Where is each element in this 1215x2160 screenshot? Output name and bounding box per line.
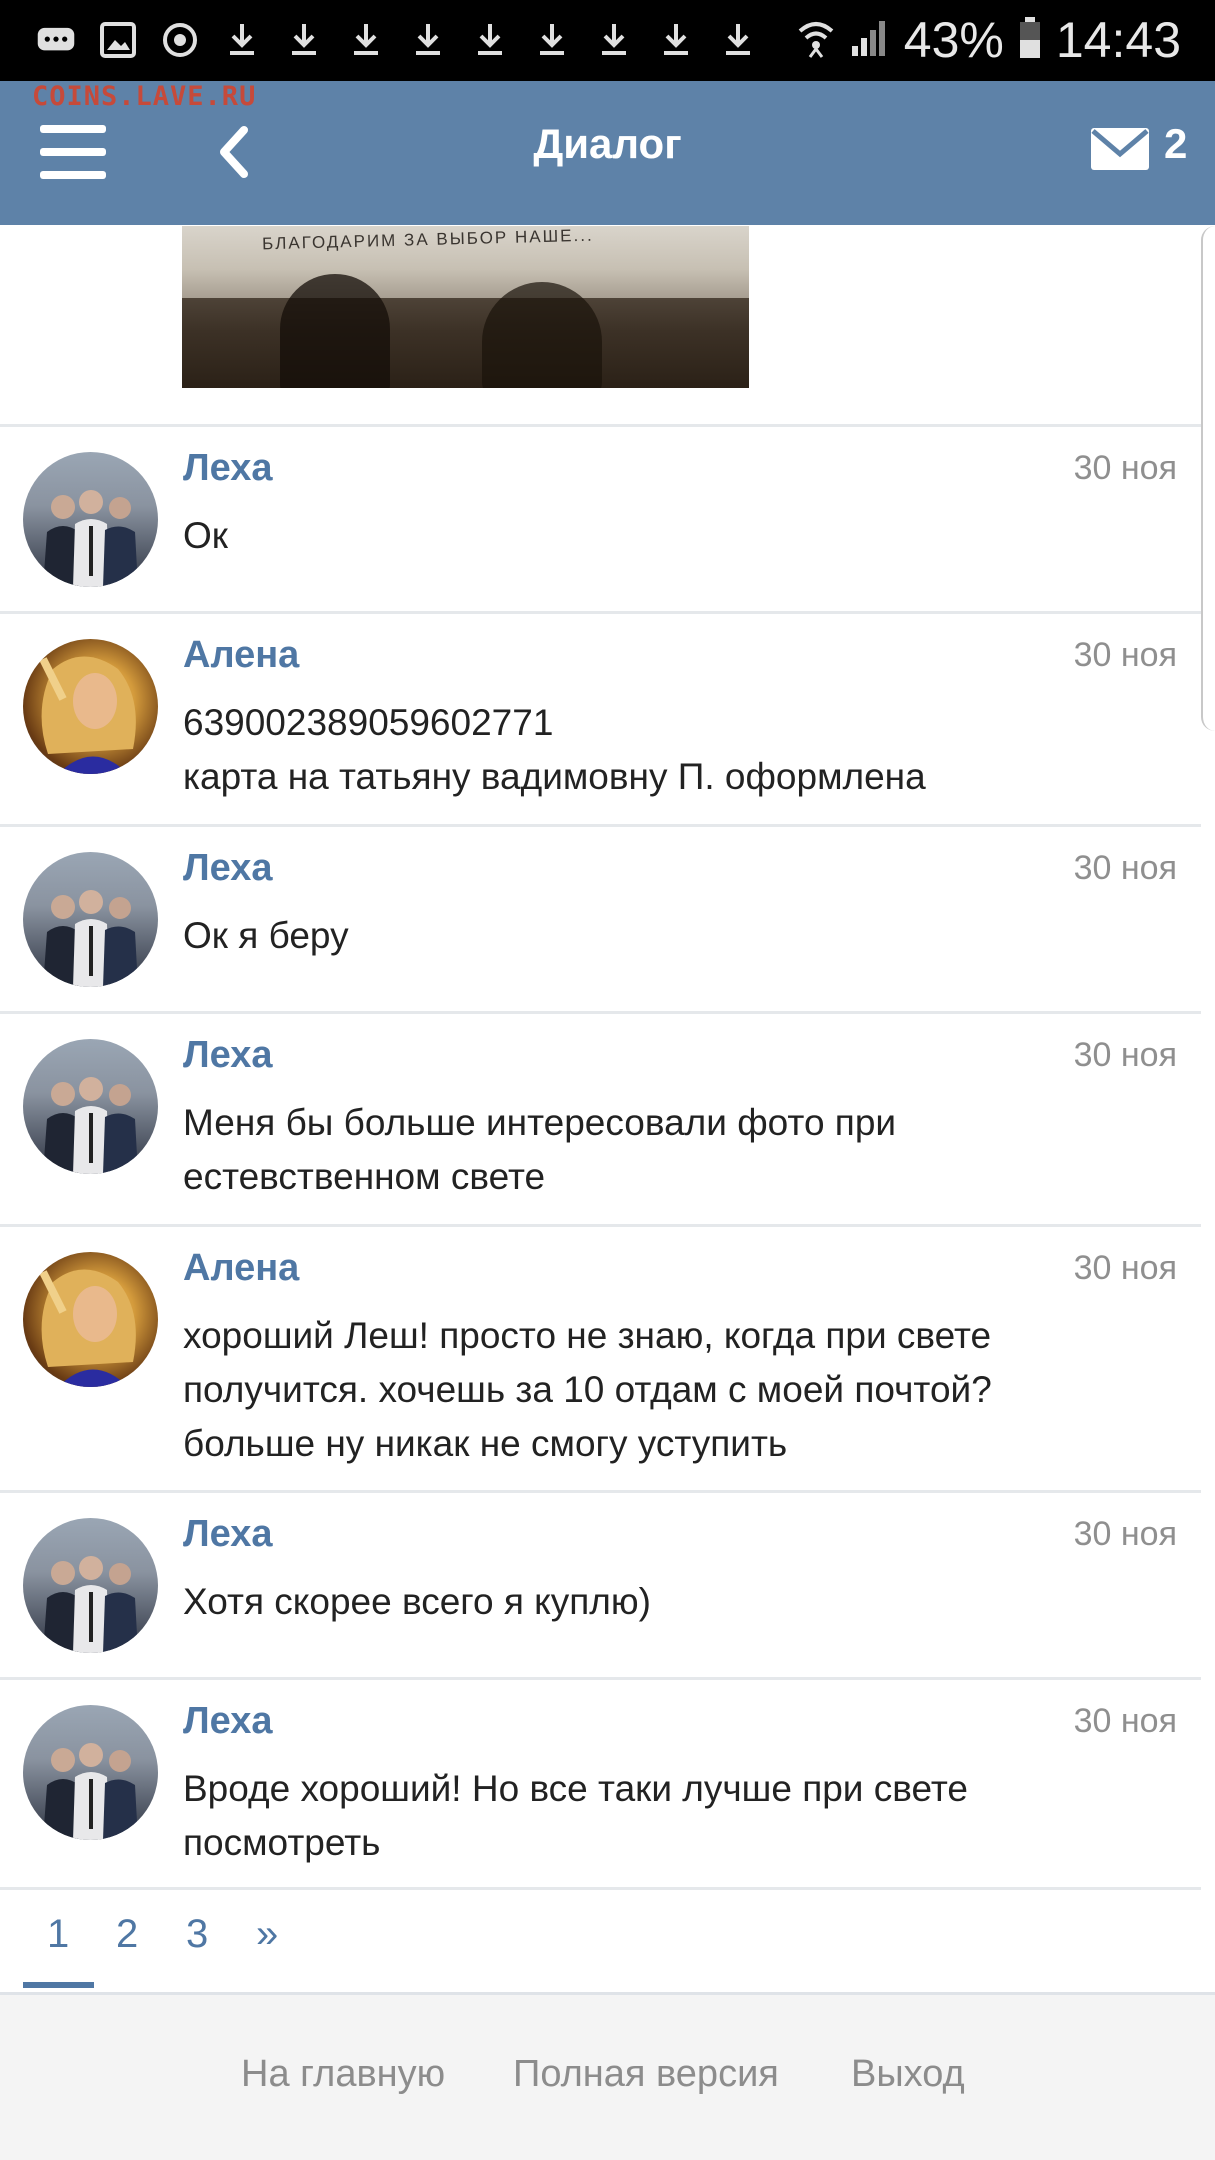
message-date: 30 ноя — [1073, 449, 1177, 487]
message-date: 30 ноя — [1073, 1249, 1177, 1287]
download-icon — [346, 20, 386, 60]
mail-count-badge[interactable]: 2 — [1164, 120, 1187, 168]
message-date: 30 ноя — [1073, 1036, 1177, 1074]
wifi-icon — [796, 17, 836, 64]
message-photo-attachment[interactable]: БЛАГОДАРИМ ЗА ВЫБОР НАШЕ... — [182, 226, 749, 388]
notification-icons — [36, 14, 758, 66]
message-item: Леха 30 ноя Меня бы больше интересовали … — [0, 1014, 1201, 1224]
message-author[interactable]: Алена — [183, 1247, 299, 1290]
download-icon — [656, 20, 696, 60]
message-text: хороший Леш! просто не знаю, когда при с… — [183, 1315, 992, 1464]
footer-full-version-link[interactable]: Полная версия — [513, 2053, 779, 2096]
message-text: 639002389059602771 карта на татьяну вади… — [183, 702, 926, 797]
signal-icon — [850, 18, 890, 63]
page-link-current[interactable]: 1 — [47, 1912, 69, 1957]
message-date: 30 ноя — [1073, 1702, 1177, 1740]
scroll-indicator — [1201, 226, 1215, 731]
download-icon — [594, 20, 634, 60]
avatar[interactable] — [23, 1039, 158, 1174]
download-icon — [532, 20, 572, 60]
message-author[interactable]: Леха — [183, 847, 273, 890]
system-status: 43% 14:43 — [796, 10, 1181, 70]
message-author[interactable]: Леха — [183, 1513, 273, 1556]
message-item: Алена 30 ноя хороший Леш! просто не знаю… — [0, 1227, 1201, 1490]
message-author[interactable]: Леха — [183, 1034, 273, 1077]
page-next-button[interactable]: » — [256, 1912, 278, 1957]
avatar[interactable] — [23, 452, 158, 587]
watermark: COINS.LAVE.RU — [32, 81, 257, 112]
envelope-icon — [1091, 128, 1149, 170]
sync-icon — [160, 20, 200, 60]
message-date: 30 ноя — [1073, 1515, 1177, 1553]
message-date: 30 ноя — [1073, 849, 1177, 887]
avatar[interactable] — [23, 639, 158, 774]
page-title: Диалог — [533, 120, 682, 167]
footer-home-link[interactable]: На главную — [241, 2053, 445, 2096]
download-icon — [222, 20, 262, 60]
mail-button[interactable] — [1090, 124, 1150, 176]
message-text: Ок — [183, 515, 228, 556]
download-icon — [284, 20, 324, 60]
battery-icon — [1018, 16, 1042, 65]
message-item: Леха 30 ноя Ок — [0, 427, 1201, 611]
message-icon — [36, 20, 76, 60]
download-icon — [470, 20, 510, 60]
message-item: Леха 30 ноя Ок я беру — [0, 827, 1201, 1011]
footer-logout-link[interactable]: Выход — [851, 2053, 965, 2096]
message-author[interactable]: Алена — [183, 634, 299, 677]
avatar[interactable] — [23, 1705, 158, 1840]
message-item: Леха 30 ноя Вроде хороший! Но все таки л… — [0, 1680, 1201, 1890]
message-text: Вроде хороший! Но все таки лучше при све… — [183, 1768, 968, 1863]
message-date: 30 ноя — [1073, 636, 1177, 674]
avatar[interactable] — [23, 852, 158, 987]
pagination — [0, 1890, 1215, 1992]
page-link[interactable]: 3 — [186, 1912, 208, 1957]
clock: 14:43 — [1055, 12, 1181, 68]
gallery-icon — [98, 20, 138, 60]
message-author[interactable]: Леха — [183, 1700, 273, 1743]
avatar[interactable] — [23, 1252, 158, 1387]
avatar[interactable] — [23, 1518, 158, 1653]
message-text: Меня бы больше интересовали фото при ест… — [183, 1102, 897, 1197]
download-icon — [408, 20, 448, 60]
page-link[interactable]: 2 — [116, 1912, 138, 1957]
message-author[interactable]: Леха — [183, 447, 273, 490]
message-text: Хотя скорее всего я куплю) — [183, 1581, 651, 1622]
message-item: Леха 30 ноя Хотя скорее всего я куплю) — [0, 1493, 1201, 1677]
message-item: Алена 30 ноя 639002389059602771 карта на… — [0, 614, 1201, 824]
status-bar: 43% 14:43 — [0, 0, 1215, 81]
download-icon — [718, 20, 758, 60]
message-text: Ок я беру — [183, 915, 349, 956]
current-page-indicator — [23, 1982, 94, 1988]
battery-percent: 43% — [903, 12, 1004, 68]
